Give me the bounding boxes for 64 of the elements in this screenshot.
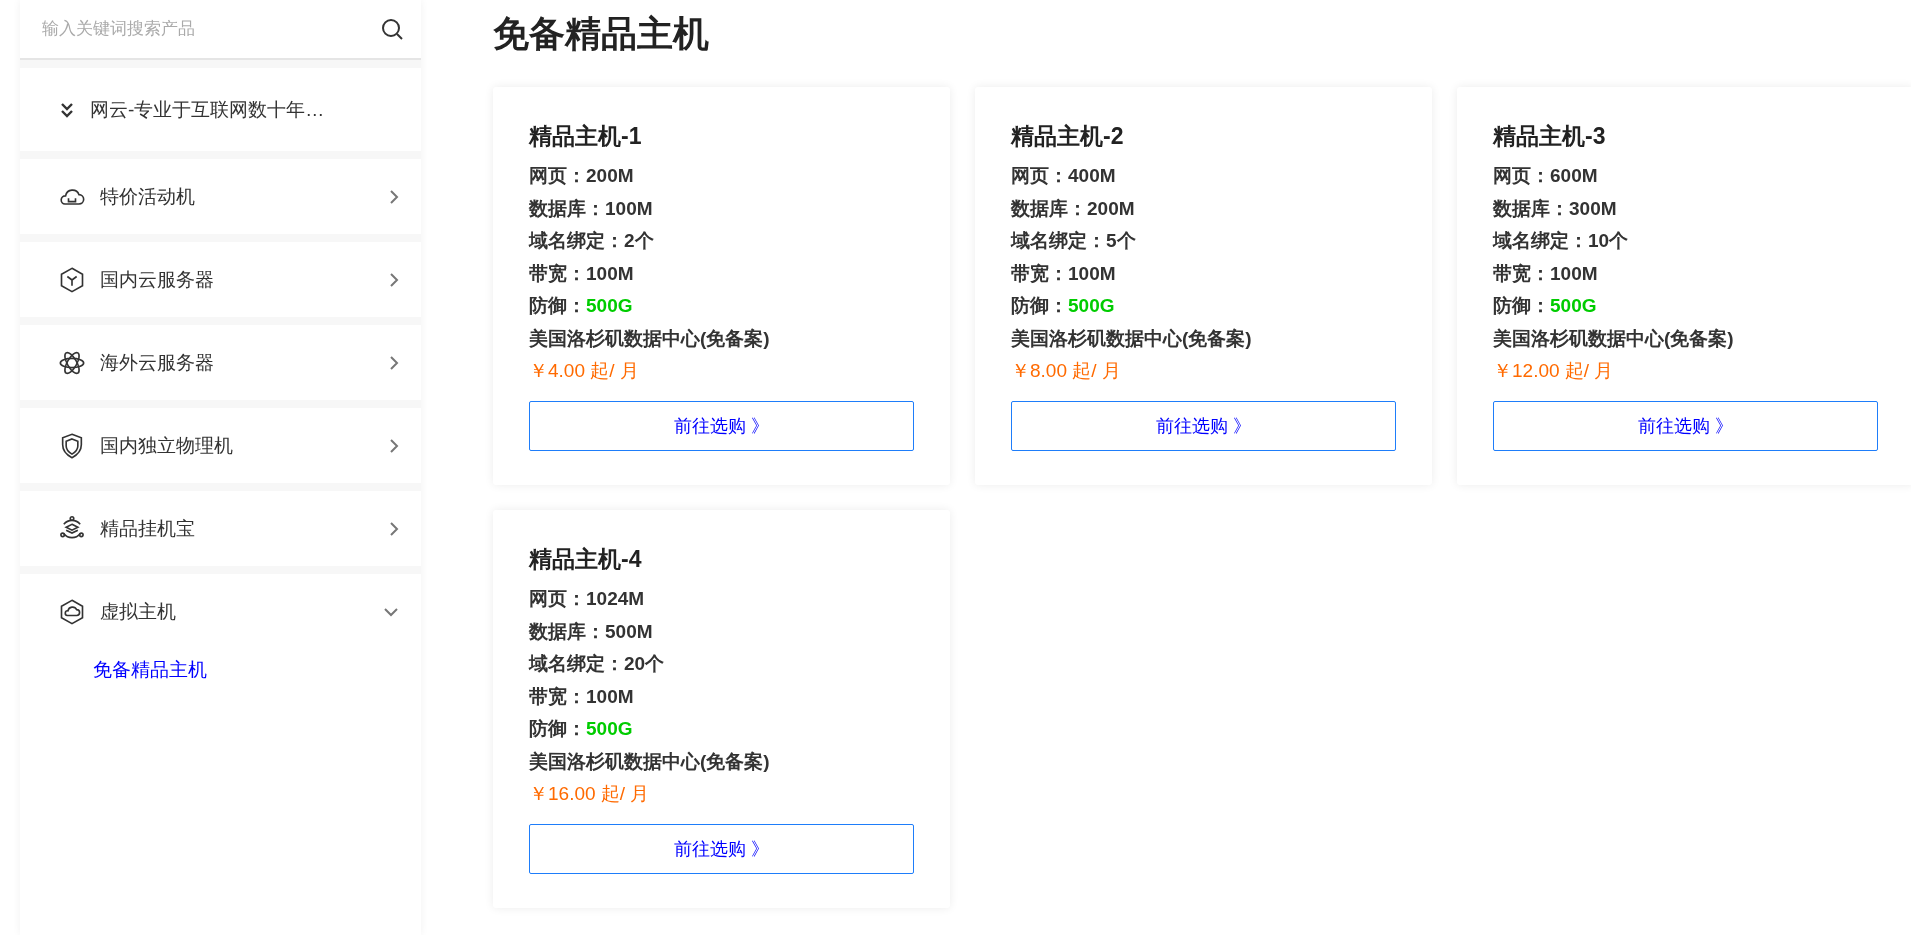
spec-line: 域名绑定：5个 (1011, 229, 1137, 253)
search-field[interactable]: 输入关键词搜索产品 (40, 18, 381, 40)
spec-line: 网页：200M (529, 164, 635, 188)
cube-icon (58, 265, 86, 294)
price-text: ￥8.00 起/ 月 (1011, 359, 1122, 383)
spec-line: 数据库：300M (1493, 196, 1618, 221)
sidebar-item-label: 国内云服务器 (100, 267, 215, 292)
double-chevron-down-icon (58, 100, 76, 119)
spec-line: 数据库：100M (529, 196, 654, 221)
chevron-right-icon (389, 271, 399, 288)
spec-line: 数据库：500M (529, 619, 654, 644)
sidebar-item[interactable]: 精品挂机宝 (20, 491, 421, 566)
location-text: 美国洛杉矶数据中心(免备案) (529, 749, 771, 774)
spec-line: 带宽：100M (529, 684, 635, 709)
sidebar-item-label: 精品挂机宝 (100, 516, 196, 541)
sidebar-item[interactable]: 特价活动机 (20, 159, 421, 234)
location-text: 美国洛杉矶数据中心(免备案) (1493, 326, 1735, 351)
spec-line: 防御：500G (1011, 294, 1116, 318)
sidebar-item[interactable]: 虚拟主机 (20, 574, 421, 649)
card-title: 精品主机-4 (529, 545, 643, 574)
location-text: 美国洛杉矶数据中心(免备案) (1011, 326, 1253, 351)
card-title: 精品主机-2 (1011, 122, 1125, 151)
spec-line: 带宽：100M (1493, 261, 1599, 286)
hexagon-cloud-icon (58, 597, 86, 626)
chevron-down-icon (383, 606, 399, 617)
search-bar[interactable]: 输入关键词搜索产品 (20, 0, 421, 60)
spec-line: 带宽：100M (1011, 261, 1117, 286)
spec-line: 域名绑定：2个 (529, 229, 655, 253)
card-title: 精品主机-1 (529, 122, 643, 151)
spec-line: 防御：500G (529, 717, 634, 741)
chevron-right-icon (389, 437, 399, 454)
spec-line: 带宽：100M (529, 261, 635, 286)
sidebar-item[interactable]: 国内云服务器 (20, 242, 421, 317)
sidebar-item-label: 特价活动机 (100, 184, 196, 209)
price-text: ￥4.00 起/ 月 (529, 359, 640, 383)
spec-line: 网页：600M (1493, 164, 1599, 188)
spec-line: 防御：500G (529, 294, 634, 318)
spec-line: 防御：500G (1493, 294, 1598, 318)
sidebar-item-label: 虚拟主机 (100, 599, 177, 624)
chevron-right-icon (389, 188, 399, 205)
spec-line: 域名绑定：20个 (529, 652, 666, 676)
sidebar-item-label: 网云-专业于互联网数十年… (90, 97, 326, 122)
location-text: 美国洛杉矶数据中心(免备案) (529, 326, 771, 351)
sidebar-item-label: 海外云服务器 (100, 350, 215, 375)
search-icon[interactable] (381, 18, 403, 40)
sidebar-header[interactable]: 网云-专业于互联网数十年… (20, 68, 421, 151)
sidebar-item[interactable]: 海外云服务器 (20, 325, 421, 400)
price-text: ￥12.00 起/ 月 (1493, 359, 1615, 383)
chevron-right-icon (389, 520, 399, 537)
spec-line: 域名绑定：10个 (1493, 229, 1630, 253)
card-title: 精品主机-3 (1493, 122, 1607, 151)
price-text: ￥16.00 起/ 月 (529, 782, 651, 806)
spec-line: 网页：400M (1011, 164, 1117, 188)
submenu-link[interactable]: 免备精品主机 (20, 649, 421, 683)
buy-button[interactable]: 前往选购 》 (529, 824, 914, 874)
spec-line: 数据库：200M (1011, 196, 1136, 221)
page-title: 免备精品主机 (493, 12, 710, 56)
chevron-right-icon (389, 354, 399, 371)
buy-button[interactable]: 前往选购 》 (529, 401, 914, 451)
sidebar-item[interactable]: 国内独立物理机 (20, 408, 421, 483)
sidebar-item-label: 国内独立物理机 (100, 433, 234, 458)
spec-line: 网页：1024M (529, 587, 646, 611)
buy-button[interactable]: 前往选购 》 (1493, 401, 1878, 451)
buy-button[interactable]: 前往选购 》 (1011, 401, 1396, 451)
